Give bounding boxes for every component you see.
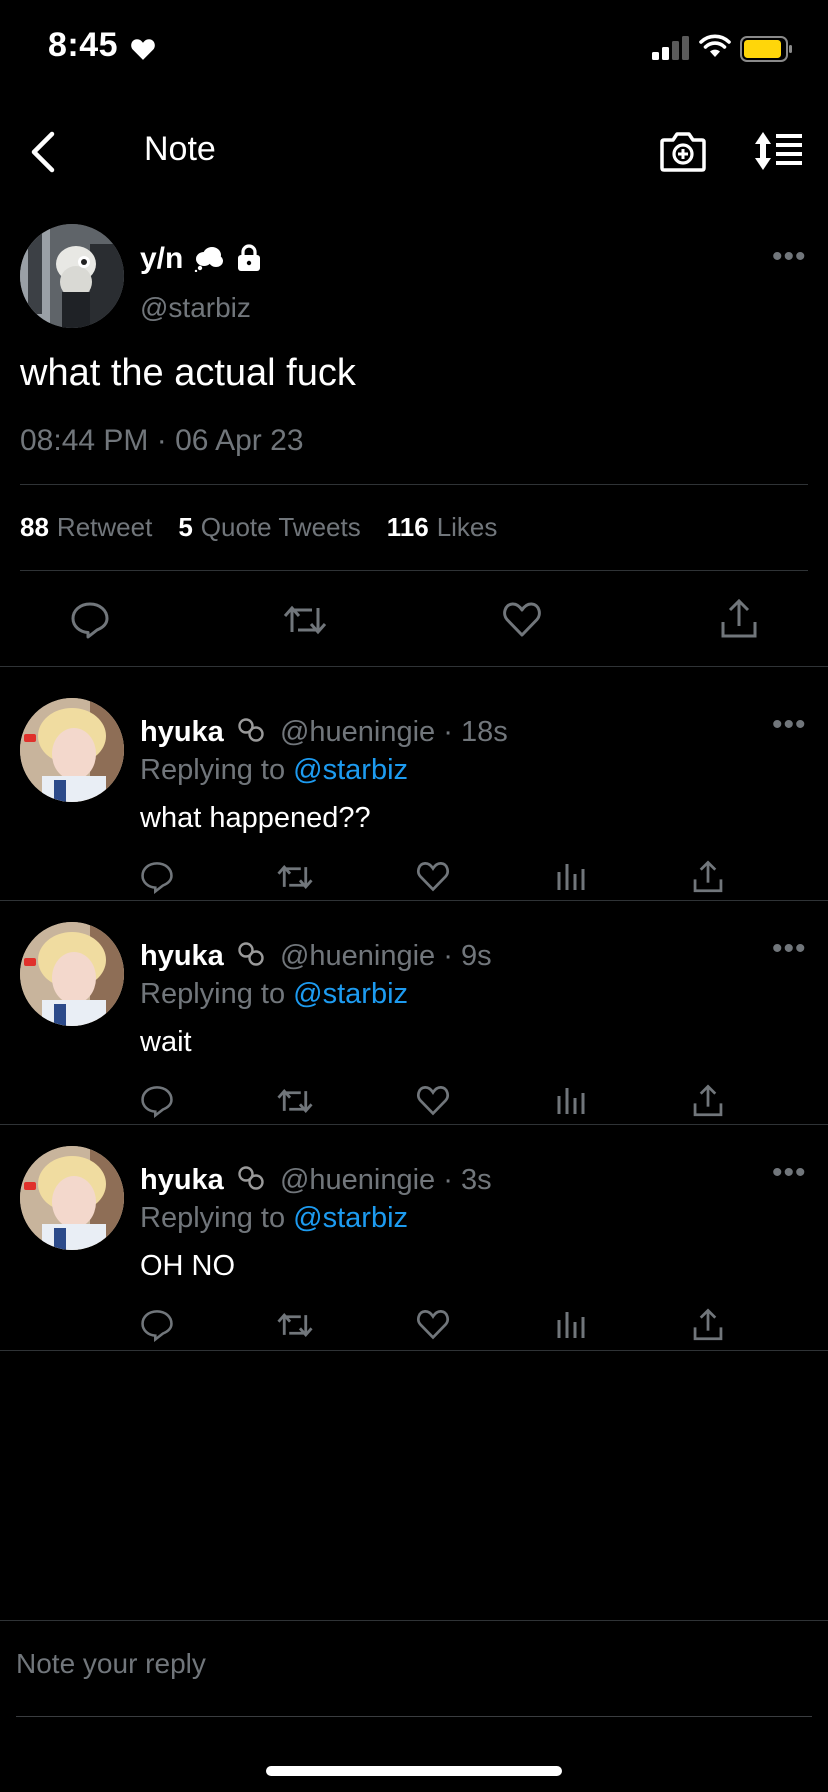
avatar[interactable] bbox=[20, 698, 124, 802]
likes-stat[interactable]: 116 Likes bbox=[387, 512, 524, 542]
retweet-stat[interactable]: 88 Retweet bbox=[20, 512, 178, 542]
more-options-icon[interactable]: ••• bbox=[772, 240, 807, 274]
analytics-icon[interactable] bbox=[556, 1308, 586, 1340]
divider bbox=[0, 1350, 828, 1351]
divider bbox=[0, 1620, 828, 1621]
reply-author-name[interactable]: hyuka bbox=[140, 716, 224, 748]
reply-text: wait bbox=[140, 1026, 192, 1058]
tweet-timestamp: 08:44 PM · 06 Apr 23 bbox=[20, 424, 304, 457]
heart-status-icon bbox=[131, 39, 155, 60]
share-icon[interactable] bbox=[692, 860, 724, 894]
replying-to-link[interactable]: @starbiz bbox=[293, 754, 408, 786]
divider bbox=[20, 484, 808, 485]
avatar-photo bbox=[20, 1146, 124, 1250]
ring-emoji-icon bbox=[238, 942, 264, 966]
reply-icon[interactable] bbox=[140, 1084, 174, 1118]
more-options-icon[interactable]: ••• bbox=[772, 932, 807, 966]
reply-time: · 9s bbox=[443, 940, 492, 972]
retweet-icon[interactable] bbox=[282, 602, 328, 638]
lock-icon bbox=[238, 244, 260, 271]
reply-time: · 3s bbox=[443, 1164, 492, 1196]
avatar[interactable] bbox=[20, 1146, 124, 1250]
avatar[interactable] bbox=[20, 922, 124, 1026]
author-handle[interactable]: @starbiz bbox=[140, 292, 251, 324]
more-options-icon[interactable]: ••• bbox=[772, 1156, 807, 1190]
reply-tweet[interactable]: hyuka @hueningie · 9s Replying to @starb… bbox=[0, 900, 828, 1124]
input-underline bbox=[16, 1716, 812, 1717]
replying-to: Replying to @starbiz bbox=[140, 978, 408, 1011]
retweet-icon[interactable] bbox=[276, 862, 314, 892]
avatar-photo bbox=[20, 922, 124, 1026]
reply-author-handle[interactable]: @hueningie bbox=[280, 716, 435, 748]
sort-timeline-icon[interactable] bbox=[754, 130, 804, 172]
reply-tweet[interactable]: hyuka @hueningie · 3s Replying to @starb… bbox=[0, 1124, 828, 1348]
back-chevron-icon[interactable] bbox=[28, 130, 60, 174]
avatar-illustration bbox=[20, 224, 124, 328]
analytics-icon[interactable] bbox=[556, 860, 586, 892]
like-count: 116 bbox=[386, 512, 429, 542]
like-heart-icon[interactable] bbox=[416, 1084, 450, 1116]
retweet-label: Retweet bbox=[56, 512, 153, 542]
reply-input[interactable]: Note your reply bbox=[16, 1648, 206, 1680]
like-heart-icon[interactable] bbox=[416, 1308, 450, 1340]
quote-count: 5 bbox=[178, 512, 193, 542]
reply-author-handle[interactable]: @hueningie bbox=[280, 1164, 435, 1196]
quote-stat[interactable]: 5 Quote Tweets bbox=[178, 512, 386, 542]
cloud-emoji-icon bbox=[194, 247, 223, 272]
replying-to-link[interactable]: @starbiz bbox=[293, 978, 408, 1010]
avatar[interactable] bbox=[20, 224, 124, 328]
reply-author-name[interactable]: hyuka bbox=[140, 940, 224, 972]
replying-to: Replying to @starbiz bbox=[140, 754, 408, 787]
author-name[interactable]: y/n bbox=[140, 242, 183, 276]
reply-time: · 18s bbox=[443, 716, 508, 748]
reply-author-name[interactable]: hyuka bbox=[140, 1164, 224, 1196]
reply-author-handle[interactable]: @hueningie bbox=[280, 940, 435, 972]
divider bbox=[0, 666, 828, 667]
retweet-count: 88 bbox=[20, 512, 49, 542]
reply-header: hyuka @hueningie · 9s bbox=[140, 940, 492, 973]
retweet-icon[interactable] bbox=[276, 1310, 314, 1340]
share-icon[interactable] bbox=[692, 1084, 724, 1118]
tweet-stats: 88 Retweet 5 Quote Tweets 116 Likes bbox=[20, 512, 523, 543]
divider bbox=[20, 570, 808, 571]
camera-icon[interactable] bbox=[660, 130, 706, 172]
wifi-icon bbox=[699, 34, 731, 57]
analytics-icon[interactable] bbox=[556, 1084, 586, 1116]
replying-to-link[interactable]: @starbiz bbox=[293, 1202, 408, 1234]
page-title: Note bbox=[144, 130, 216, 168]
more-options-icon[interactable]: ••• bbox=[772, 708, 807, 742]
status-time: 8:45 bbox=[48, 26, 119, 64]
reply-icon[interactable] bbox=[70, 600, 110, 640]
reply-text: OH NO bbox=[140, 1250, 236, 1282]
author-name-text: y/n bbox=[140, 242, 184, 275]
like-heart-icon[interactable] bbox=[502, 600, 542, 638]
cellular-signal-icon bbox=[652, 36, 689, 60]
reply-icon[interactable] bbox=[140, 860, 174, 894]
home-indicator[interactable] bbox=[266, 1766, 562, 1776]
reply-icon[interactable] bbox=[140, 1308, 174, 1342]
avatar-photo bbox=[20, 698, 124, 802]
retweet-icon[interactable] bbox=[276, 1086, 314, 1116]
ring-emoji-icon bbox=[238, 718, 264, 742]
share-icon[interactable] bbox=[720, 598, 758, 640]
reply-text: what happened?? bbox=[140, 802, 371, 834]
tweet-text: what the actual fuck bbox=[20, 352, 356, 394]
quote-label: Quote Tweets bbox=[200, 512, 361, 542]
like-heart-icon[interactable] bbox=[416, 860, 450, 892]
replying-to-prefix: Replying to bbox=[140, 1202, 286, 1234]
reply-tweet[interactable]: hyuka @hueningie · 18s Replying to @star… bbox=[0, 676, 828, 900]
reply-header: hyuka @hueningie · 18s bbox=[140, 716, 508, 749]
ring-emoji-icon bbox=[238, 1166, 264, 1190]
replying-to-prefix: Replying to bbox=[140, 978, 286, 1010]
share-icon[interactable] bbox=[692, 1308, 724, 1342]
likes-label: Likes bbox=[436, 512, 498, 542]
replying-to: Replying to @starbiz bbox=[140, 1202, 408, 1235]
reply-header: hyuka @hueningie · 3s bbox=[140, 1164, 492, 1197]
replying-to-prefix: Replying to bbox=[140, 754, 286, 786]
battery-icon bbox=[740, 36, 792, 62]
